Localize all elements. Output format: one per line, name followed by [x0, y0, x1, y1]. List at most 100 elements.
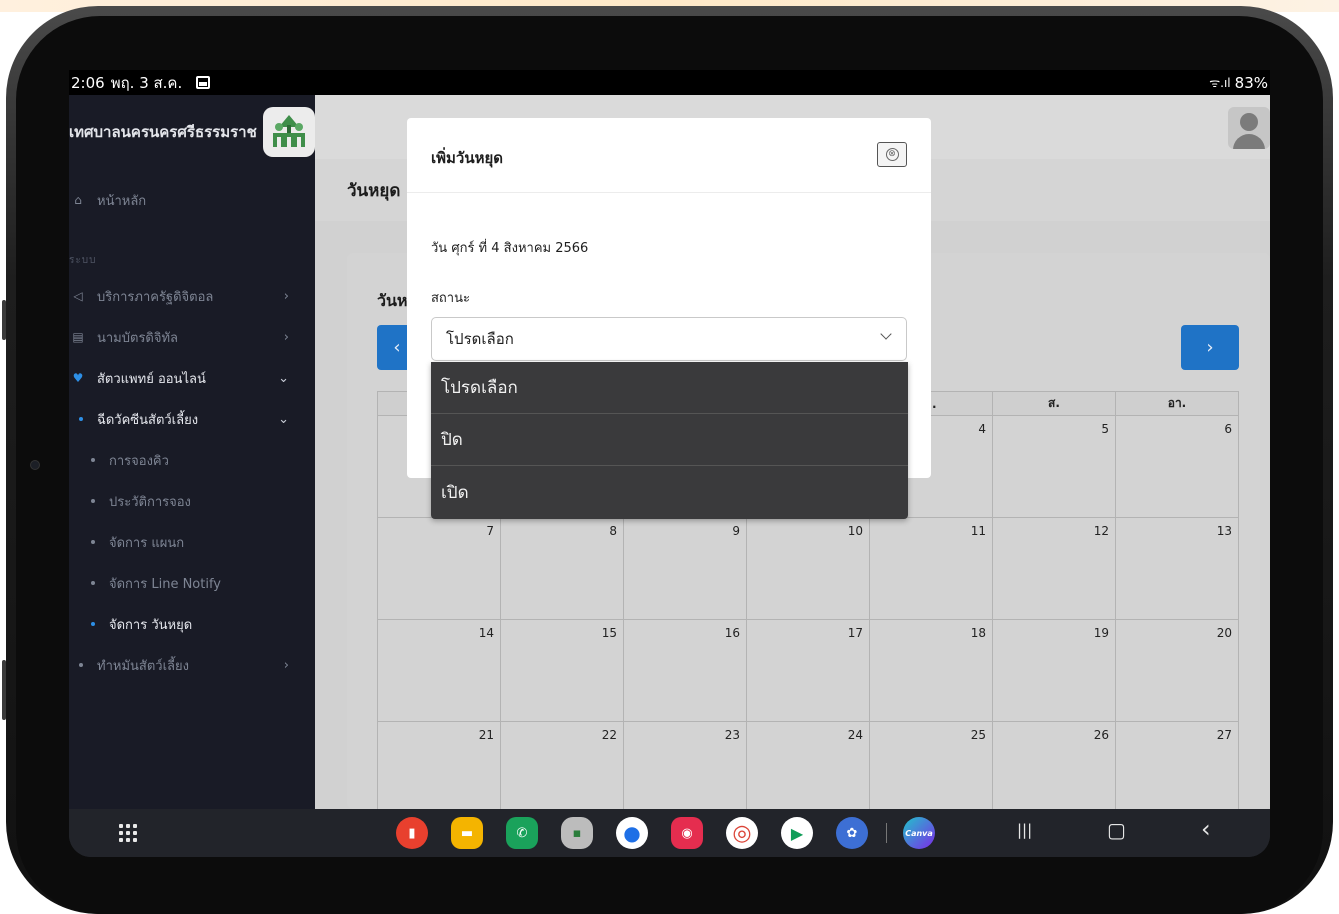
sidebar-item-business-card[interactable]: ▤ นามบัตรดิจิทัล › — [69, 317, 315, 357]
notes-app-icon[interactable]: ▮ — [396, 817, 428, 849]
app-drawer-icon[interactable] — [119, 824, 137, 842]
sidebar-item-home[interactable]: ⌂ หน้าหลัก — [69, 180, 315, 220]
play-store-app-icon[interactable]: ▶ — [781, 817, 813, 849]
avatar[interactable] — [1228, 107, 1270, 149]
folder-glyph: ▬ — [460, 825, 474, 841]
calendar-day[interactable]: 20 — [1115, 619, 1239, 722]
bullet-dot — [91, 622, 95, 626]
calendar-day[interactable]: 18 — [869, 619, 993, 722]
municipality-logo[interactable] — [263, 107, 315, 157]
weekday-header: อา. — [1115, 391, 1239, 416]
chevron-right-icon: › — [283, 288, 289, 304]
sidebar-item-label: จัดการ Line Notify — [109, 576, 221, 592]
sidebar-item-label: ประวัติการจอง — [109, 494, 191, 510]
bullet-dot — [91, 499, 95, 503]
bullet-dot — [79, 417, 83, 421]
app-group-icon[interactable]: ▪ — [561, 817, 593, 849]
sidebar-item-label: ทำหมันสัตว์เลี้ยง — [97, 658, 189, 674]
sidebar-item-vet-online[interactable]: ♥ สัตวแพทย์ ออนไลน์ ⌄ — [69, 358, 315, 398]
calendar-day[interactable]: 7 — [377, 517, 501, 620]
signal-icon: ᯤ.ıl — [1209, 76, 1231, 90]
sidebar-item-label: ฉีดวัคซีนสัตว์เลี้ยง — [97, 412, 199, 428]
battery-level: 83% — [1234, 73, 1268, 92]
chat-glyph: ● — [623, 821, 641, 845]
sidebar-item-label: สัตวแพทย์ ออนไลน์ — [97, 371, 206, 387]
notes-glyph: ▮ — [408, 825, 416, 841]
status-time: 2:06 — [71, 73, 105, 92]
status-bar: 2:06 พฤ. 3 ส.ค. ᯤ.ıl 83% — [69, 70, 1270, 95]
sidebar: เทศบาลนครนครศรีธรรมราช ⌂ หน้าหลัก ระบบ ◁… — [69, 95, 315, 809]
bullet-dot — [91, 458, 95, 462]
sidebar-item-digital-gov[interactable]: ◁ บริการภาครัฐดิจิตอล › — [69, 276, 315, 316]
recent-apps-button[interactable]: ||| — [1017, 821, 1032, 839]
phone-glyph: ✆ — [516, 825, 528, 841]
sidebar-subitem-booking[interactable]: การจองคิว — [69, 440, 315, 480]
calendar-day[interactable]: 16 — [623, 619, 747, 722]
front-camera — [30, 460, 40, 470]
calendar-day[interactable]: 6 — [1115, 415, 1239, 518]
chevron-down-icon — [880, 328, 892, 340]
calendar-title: วันห — [377, 291, 408, 310]
calendar-day[interactable]: 10 — [746, 517, 870, 620]
sidebar-item-label: บริการภาครัฐดิจิตอล — [97, 289, 214, 305]
settings-app-icon[interactable]: ✿ — [836, 817, 868, 849]
calendar-day[interactable]: 17 — [746, 619, 870, 722]
calendar-day[interactable]: 13 — [1115, 517, 1239, 620]
weekday-header: ส. — [992, 391, 1116, 416]
sidebar-subitem-line-notify[interactable]: จัดการ Line Notify — [69, 563, 315, 603]
megaphone-icon: ◁ — [73, 289, 83, 303]
status-label: สถานะ — [431, 291, 470, 306]
camera-app-icon[interactable]: ◉ — [671, 817, 703, 849]
group-glyph: ▪ — [572, 825, 582, 841]
status-select-value: โปรดเลือก — [446, 330, 514, 348]
chrome-glyph: ◎ — [732, 820, 752, 846]
section-label: ระบบ — [69, 255, 97, 266]
chrome-app-icon[interactable]: ◎ — [726, 817, 758, 849]
sidebar-item-pet-vaccine[interactable]: ฉีดวัคซีนสัตว์เลี้ยง ⌄ — [69, 399, 315, 439]
status-option-open[interactable]: เปิด — [431, 466, 908, 518]
gear-icon: ✿ — [846, 825, 858, 841]
phone-app-icon[interactable]: ✆ — [506, 817, 538, 849]
calendar-day[interactable]: 12 — [992, 517, 1116, 620]
brand-name: เทศบาลนครนครศรีธรรมราช — [69, 123, 257, 141]
next-month-button[interactable]: › — [1181, 325, 1239, 370]
chevron-down-icon: ⌄ — [278, 370, 289, 386]
sidebar-item-label: หน้าหลัก — [97, 193, 147, 209]
chevron-left-icon: ‹ — [393, 337, 401, 358]
camera-glyph: ◉ — [681, 825, 693, 841]
sidebar-item-label: จัดการ วันหยุด — [109, 617, 193, 633]
calendar-day[interactable]: 9 — [623, 517, 747, 620]
bullet-dot — [91, 540, 95, 544]
power-button — [2, 660, 6, 720]
bullet-dot — [79, 663, 83, 667]
status-option-placeholder[interactable]: โปรดเลือก — [431, 362, 908, 414]
calendar-day[interactable]: 15 — [500, 619, 624, 722]
home-icon: ⌂ — [74, 193, 82, 207]
sidebar-item-pet-sterilization[interactable]: ทำหมันสัตว์เลี้ยง › — [69, 645, 315, 685]
calendar-week: 7 8 9 10 11 12 13 — [377, 517, 1239, 620]
calendar-day[interactable]: 14 — [377, 619, 501, 722]
files-app-icon[interactable]: ▬ — [451, 817, 483, 849]
dock-separator — [886, 823, 887, 843]
status-select[interactable]: โปรดเลือก — [431, 317, 907, 361]
canva-app-icon[interactable]: Canva — [903, 817, 935, 849]
messages-app-icon[interactable]: ● — [616, 817, 648, 849]
calendar-day[interactable]: 19 — [992, 619, 1116, 722]
android-navigation-bar: ▮ ▬ ✆ ▪ ● ◉ ◎ ▶ ✿ Canva ||| ▢ ‹ — [69, 809, 1270, 857]
sidebar-subitem-history[interactable]: ประวัติการจอง — [69, 481, 315, 521]
sidebar-subitem-holidays[interactable]: จัดการ วันหยุด — [69, 604, 315, 644]
home-button[interactable]: ▢ — [1107, 818, 1126, 842]
calendar-day[interactable]: 8 — [500, 517, 624, 620]
bullet-dot — [91, 581, 95, 585]
calendar-day[interactable]: 5 — [992, 415, 1116, 518]
sidebar-item-label: การจองคิว — [109, 453, 169, 469]
calendar-day[interactable]: 11 — [869, 517, 993, 620]
close-icon: ⊗ — [885, 148, 899, 161]
modal-title: เพิ่มวันหยุด — [431, 149, 503, 167]
close-button[interactable]: ⊗ — [877, 142, 907, 167]
status-option-closed[interactable]: ปิด — [431, 414, 908, 466]
user-icon-body — [1233, 134, 1265, 149]
sidebar-subitem-departments[interactable]: จัดการ แผนก — [69, 522, 315, 562]
back-button[interactable]: ‹ — [1201, 815, 1211, 843]
status-dropdown-list: โปรดเลือก ปิด เปิด — [431, 362, 908, 519]
